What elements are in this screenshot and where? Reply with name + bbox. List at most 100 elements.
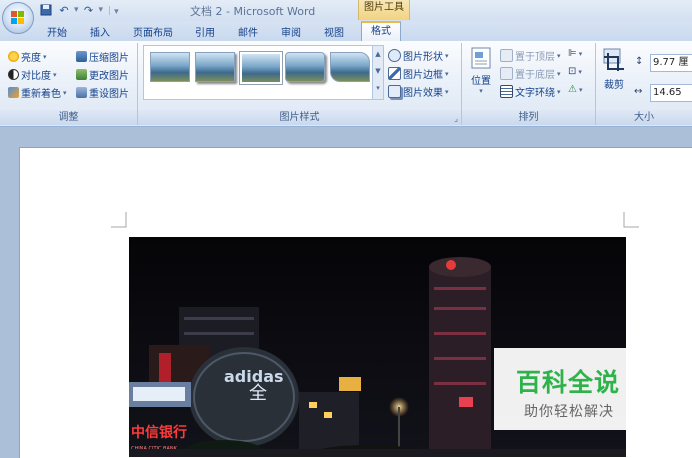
align-icon: ⊫ (568, 48, 577, 59)
text-wrapping-button[interactable]: 文字环绕 ▾ (500, 84, 561, 99)
arrange-group: 位置 ▾ 置于顶层 ▾ 置于底层 ▾ 文字环绕 ▾ ⊫ ▾ ⊡ ▾ ⚠ ▾ 排列 (462, 43, 596, 125)
picture-border-label: 图片边框 (403, 70, 443, 81)
position-label: 位置 (471, 76, 491, 87)
chevron-down-icon: ▾ (557, 51, 561, 60)
undo-dropdown-icon[interactable]: ▾ (74, 5, 79, 15)
height-field[interactable]: 9.77 厘米 (650, 54, 692, 72)
bank-sign: 中信银行 (131, 424, 187, 441)
title-bar: ↶ ▾ ↷ ▾ ｜▾ 文档 2 - Microsoft Word 图片工具 (0, 0, 692, 21)
crop-icon (603, 48, 624, 71)
gallery-scrollbar: ▲ ▼ ▾ (372, 45, 384, 100)
gallery-more-icon[interactable]: ▾ (373, 80, 383, 97)
shape-icon (388, 49, 401, 62)
quan-sign: 全 (249, 383, 267, 404)
bring-to-front-label: 置于顶层 (515, 52, 555, 63)
contrast-button[interactable]: 对比度 ▾ (8, 67, 57, 82)
rotate-icon: ⚠ (568, 84, 577, 95)
text-wrapping-label: 文字环绕 (515, 88, 555, 99)
pencil-icon (388, 67, 401, 80)
chevron-down-icon: ▾ (63, 88, 67, 97)
watermark-title: 百科全说 (516, 368, 621, 397)
sun-icon (8, 51, 19, 62)
gallery-down-icon[interactable]: ▼ (373, 63, 383, 80)
rotate-button[interactable]: ⚠ ▾ (568, 84, 582, 95)
contrast-icon (8, 69, 19, 80)
gallery-up-icon[interactable]: ▲ (373, 46, 383, 63)
effects-icon (388, 85, 401, 98)
chevron-down-icon: ▾ (479, 87, 483, 95)
change-picture-button[interactable]: 更改图片 (76, 67, 129, 82)
quick-access-toolbar: ↶ ▾ ↷ ▾ ｜▾ (38, 2, 119, 18)
width-field[interactable]: 14.65 厘米 (650, 84, 692, 102)
compress-pictures-button[interactable]: 压缩图片 (76, 49, 129, 64)
picture-tools-context-title: 图片工具 (358, 0, 410, 20)
chevron-down-icon: ▾ (557, 69, 561, 78)
bring-to-front-button[interactable]: 置于顶层 ▾ (500, 48, 561, 63)
height-icon: ↕ (635, 56, 644, 67)
arrange-group-label: 排列 (462, 110, 595, 125)
style-thumbnail[interactable] (285, 52, 325, 82)
picture-shape-label: 图片形状 (403, 52, 443, 63)
redo-icon[interactable]: ↷ (81, 2, 97, 18)
style-thumbnail[interactable] (195, 52, 235, 82)
send-to-back-button[interactable]: 置于底层 ▾ (500, 66, 561, 81)
crop-button[interactable]: 裁剪 (600, 47, 628, 91)
reset-picture-label: 重设图片 (89, 89, 129, 100)
compress-label: 压缩图片 (89, 53, 129, 64)
group-icon: ⊡ (568, 66, 577, 77)
save-icon[interactable] (38, 2, 54, 18)
change-picture-label: 更改图片 (89, 71, 129, 82)
crop-label: 裁剪 (604, 80, 624, 91)
style-thumbnail[interactable] (330, 52, 370, 82)
tab-mailings[interactable]: 邮件 (238, 24, 258, 39)
margin-corner-mark (623, 212, 639, 228)
adjust-group: 亮度 ▾ 对比度 ▾ 重新着色 ▾ 压缩图片 更改图片 重设图片 调整 (0, 43, 138, 125)
send-back-icon (500, 67, 513, 80)
chevron-down-icon: ▾ (557, 87, 561, 96)
style-thumbnail[interactable] (239, 51, 283, 85)
tab-review[interactable]: 审阅 (281, 24, 301, 39)
picture-border-button[interactable]: 图片边框 ▾ (388, 66, 449, 81)
picture-effects-label: 图片效果 (403, 88, 443, 99)
office-button[interactable] (2, 2, 34, 34)
picture-styles-gallery (143, 45, 380, 100)
picture-shape-button[interactable]: 图片形状 ▾ (388, 48, 449, 63)
compress-icon (76, 51, 87, 62)
recolor-label: 重新着色 (21, 89, 61, 100)
tab-page-layout[interactable]: 页面布局 (133, 24, 173, 39)
bring-front-icon (500, 49, 513, 62)
size-group-label: 大小 (596, 110, 692, 125)
recolor-icon (8, 87, 19, 98)
adjust-group-label: 调整 (0, 110, 137, 125)
margin-corner-mark (111, 212, 127, 228)
chevron-down-icon: ▾ (578, 49, 583, 58)
redo-dropdown-icon[interactable]: ▾ (99, 5, 104, 15)
tab-view[interactable]: 视图 (324, 24, 344, 39)
position-button[interactable]: 位置 ▾ (467, 47, 495, 95)
chevron-down-icon: ▾ (43, 52, 47, 61)
tab-format[interactable]: 格式 (361, 21, 401, 43)
style-thumbnail[interactable] (150, 52, 190, 82)
watermark-subtitle: 助你轻松解决 (524, 404, 614, 420)
position-icon (471, 47, 491, 69)
recolor-button[interactable]: 重新着色 ▾ (8, 85, 67, 100)
brightness-button[interactable]: 亮度 ▾ (8, 49, 47, 64)
reset-picture-icon (76, 87, 87, 98)
chevron-down-icon: ▾ (445, 51, 449, 60)
watermark-logo: 百科全说 助你轻松解决 (494, 348, 652, 430)
dialog-launcher-icon[interactable]: ⌟ (454, 114, 458, 123)
align-button[interactable]: ⊫ ▾ (568, 48, 582, 59)
send-to-back-label: 置于底层 (515, 70, 555, 81)
office-logo-icon (11, 11, 24, 24)
chevron-down-icon: ▾ (445, 69, 449, 78)
tab-references[interactable]: 引用 (195, 24, 215, 39)
reset-picture-button[interactable]: 重设图片 (76, 85, 129, 100)
picture-effects-button[interactable]: 图片效果 ▾ (388, 84, 449, 99)
chevron-down-icon: ▾ (445, 87, 449, 96)
tab-home[interactable]: 开始 (47, 24, 67, 39)
tab-insert[interactable]: 插入 (90, 24, 110, 39)
undo-icon[interactable]: ↶ (56, 2, 72, 18)
width-icon: ↔ (634, 86, 643, 97)
group-button[interactable]: ⊡ ▾ (568, 66, 582, 77)
customize-qat-icon[interactable]: ｜▾ (105, 4, 119, 17)
